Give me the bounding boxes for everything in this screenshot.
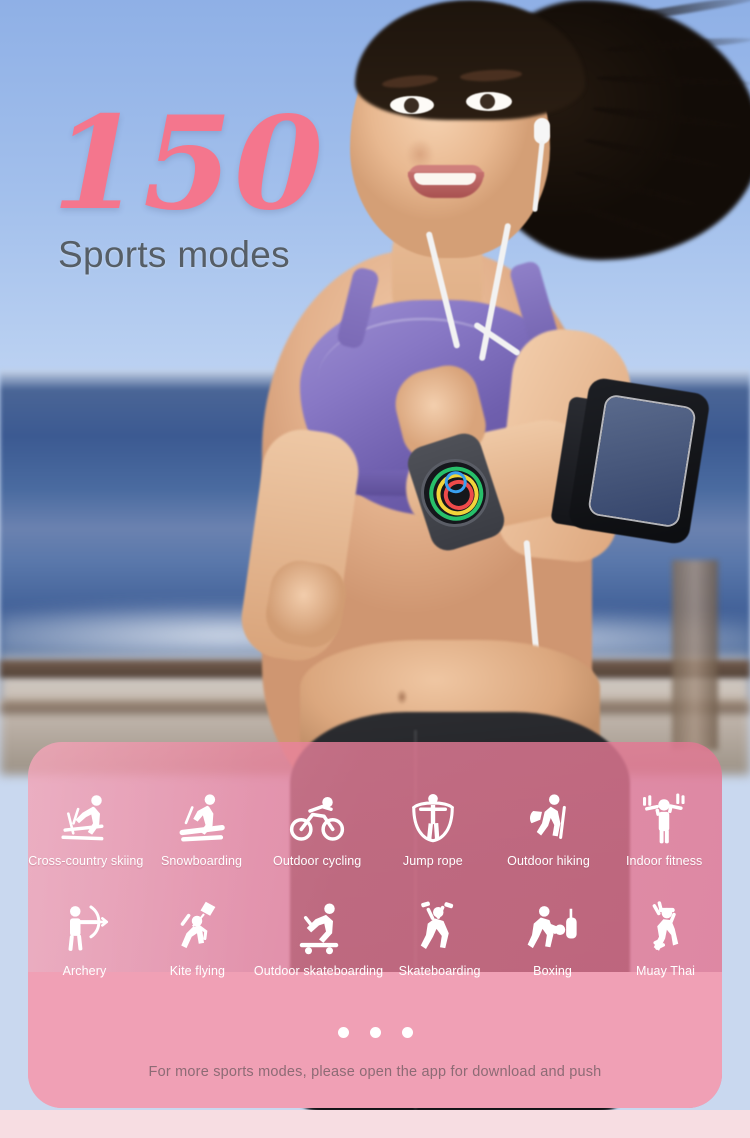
sport-item-cross-country-skiing[interactable]: Cross-country skiing bbox=[28, 790, 144, 869]
sport-label: Cross-country skiing bbox=[28, 854, 144, 868]
sport-label: Snowboarding bbox=[160, 854, 243, 868]
sport-label: Outdoor hiking bbox=[507, 854, 590, 868]
headline-block: 150 Sports modes bbox=[52, 89, 326, 276]
sport-label: Muay Thai bbox=[635, 964, 696, 978]
sport-label: Boxing bbox=[533, 964, 572, 978]
snowboarding-icon bbox=[172, 790, 232, 846]
pagination-dots[interactable] bbox=[28, 1027, 722, 1038]
sport-item-outdoor-cycling[interactable]: Outdoor cycling bbox=[259, 790, 375, 869]
railing-post bbox=[672, 560, 718, 750]
sport-item-archery[interactable]: Archery bbox=[28, 900, 141, 979]
sport-item-jump-rope[interactable]: Jump rope bbox=[375, 790, 491, 869]
kite-flying-icon bbox=[167, 900, 227, 956]
sport-label: Outdoor skateboarding bbox=[253, 964, 384, 978]
archery-icon bbox=[54, 900, 114, 956]
outdoor-cycling-icon bbox=[287, 790, 347, 846]
indoor-fitness-icon bbox=[634, 790, 694, 846]
sport-item-indoor-fitness[interactable]: Indoor fitness bbox=[606, 790, 722, 869]
boxing-icon bbox=[523, 900, 583, 956]
sports-modes-panel: Cross-country skiing Snowboarding Outdoo… bbox=[28, 742, 722, 1108]
outdoor-skateboarding-icon bbox=[289, 900, 349, 956]
sports-mode-count: 150 bbox=[52, 89, 326, 239]
sports-row-2: Archery Kite flying Outdoor skateboardin… bbox=[28, 900, 722, 979]
pagination-dot[interactable] bbox=[337, 1027, 349, 1038]
page-title: Sports modes bbox=[58, 234, 290, 275]
armband-phone-screen bbox=[589, 395, 695, 527]
pagination-dot[interactable] bbox=[401, 1027, 413, 1038]
jump-rope-icon bbox=[403, 790, 463, 846]
sport-label: Outdoor cycling bbox=[273, 854, 362, 868]
outdoor-hiking-icon bbox=[519, 790, 579, 846]
promo-page: 150 Sports modes Cross-country skiing Sn… bbox=[0, 0, 750, 1138]
teeth bbox=[414, 173, 476, 185]
eye-right-pupil bbox=[480, 94, 495, 109]
skateboarding-icon bbox=[410, 900, 470, 956]
sport-label: Jump rope bbox=[402, 854, 463, 868]
sport-label: Archery bbox=[62, 964, 107, 978]
sport-item-boxing[interactable]: Boxing bbox=[496, 900, 609, 979]
sports-row-1: Cross-country skiing Snowboarding Outdoo… bbox=[28, 790, 722, 869]
sport-item-snowboarding[interactable]: Snowboarding bbox=[144, 790, 260, 869]
sport-item-kite-flying[interactable]: Kite flying bbox=[141, 900, 254, 979]
cross-country-skiing-icon bbox=[56, 790, 116, 846]
sport-item-outdoor-skateboarding[interactable]: Outdoor skateboarding bbox=[254, 900, 383, 979]
sport-label: Kite flying bbox=[169, 964, 226, 978]
eye-left-pupil bbox=[404, 98, 419, 113]
panel-footnote: For more sports modes, please open the a… bbox=[148, 1064, 602, 1080]
sport-item-skateboarding[interactable]: Skateboarding bbox=[383, 900, 496, 979]
pagination-dot[interactable] bbox=[369, 1027, 381, 1038]
navel bbox=[394, 686, 410, 708]
muay-thai-icon bbox=[636, 900, 696, 956]
sport-label: Skateboarding bbox=[398, 964, 481, 978]
sport-item-muay-thai[interactable]: Muay Thai bbox=[609, 900, 722, 979]
lower-label-band bbox=[28, 972, 722, 1108]
sport-label: Indoor fitness bbox=[625, 854, 703, 868]
sport-item-outdoor-hiking[interactable]: Outdoor hiking bbox=[491, 790, 607, 869]
